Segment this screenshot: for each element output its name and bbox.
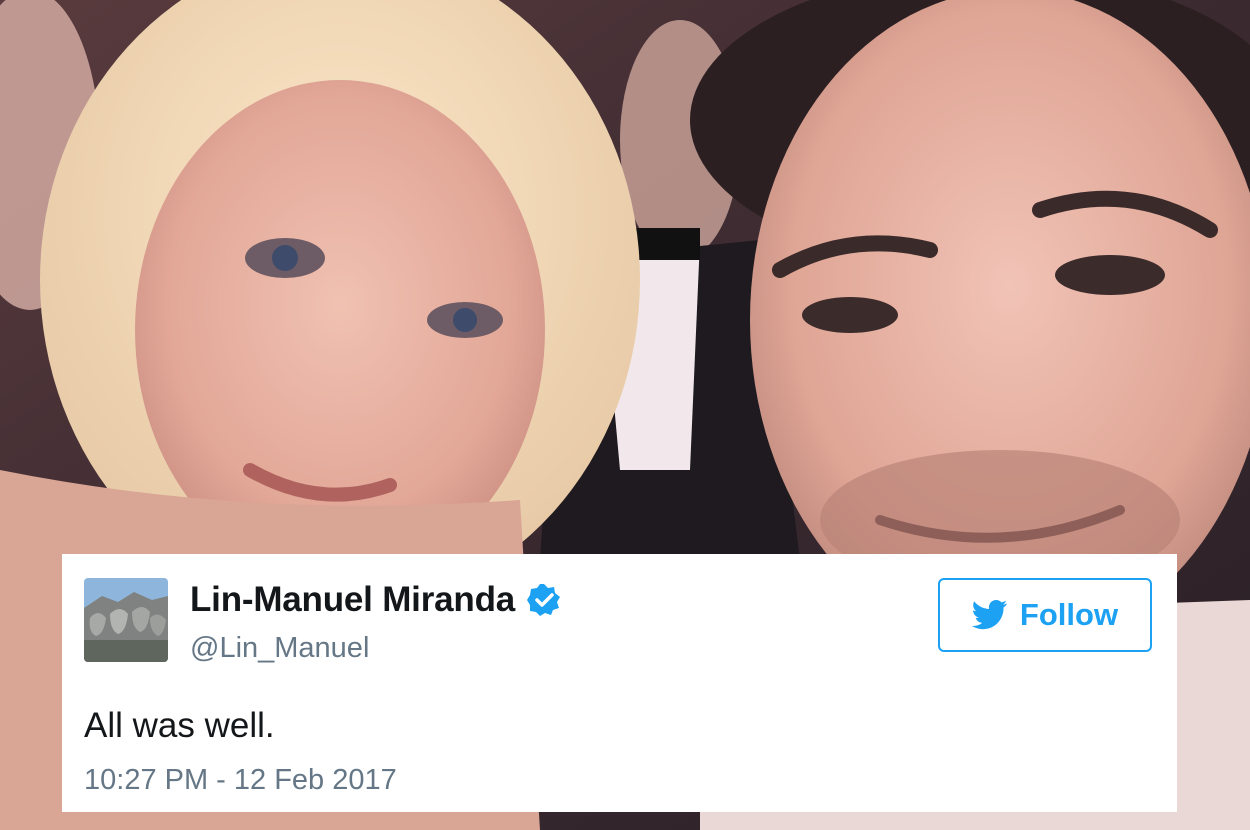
mount-rushmore-avatar [84,578,168,662]
twitter-handle[interactable]: @Lin_Manuel [190,632,369,665]
tweet-card: Lin-Manuel Miranda @Lin_Manuel Follow Al… [62,554,1177,812]
tweet-timestamp[interactable]: 10:27 PM - 12 Feb 2017 [84,764,397,797]
verified-badge-icon [527,584,561,616]
follow-button[interactable]: Follow [938,578,1152,652]
display-name[interactable]: Lin-Manuel Miranda [190,580,515,620]
screenshot-stage: Lin-Manuel Miranda @Lin_Manuel Follow Al… [0,0,1250,830]
twitter-bird-icon [971,600,1007,630]
display-name-row: Lin-Manuel Miranda [190,580,561,620]
avatar[interactable] [84,578,168,662]
follow-label: Follow [1019,597,1119,632]
tweet-text: All was well. [84,706,275,745]
